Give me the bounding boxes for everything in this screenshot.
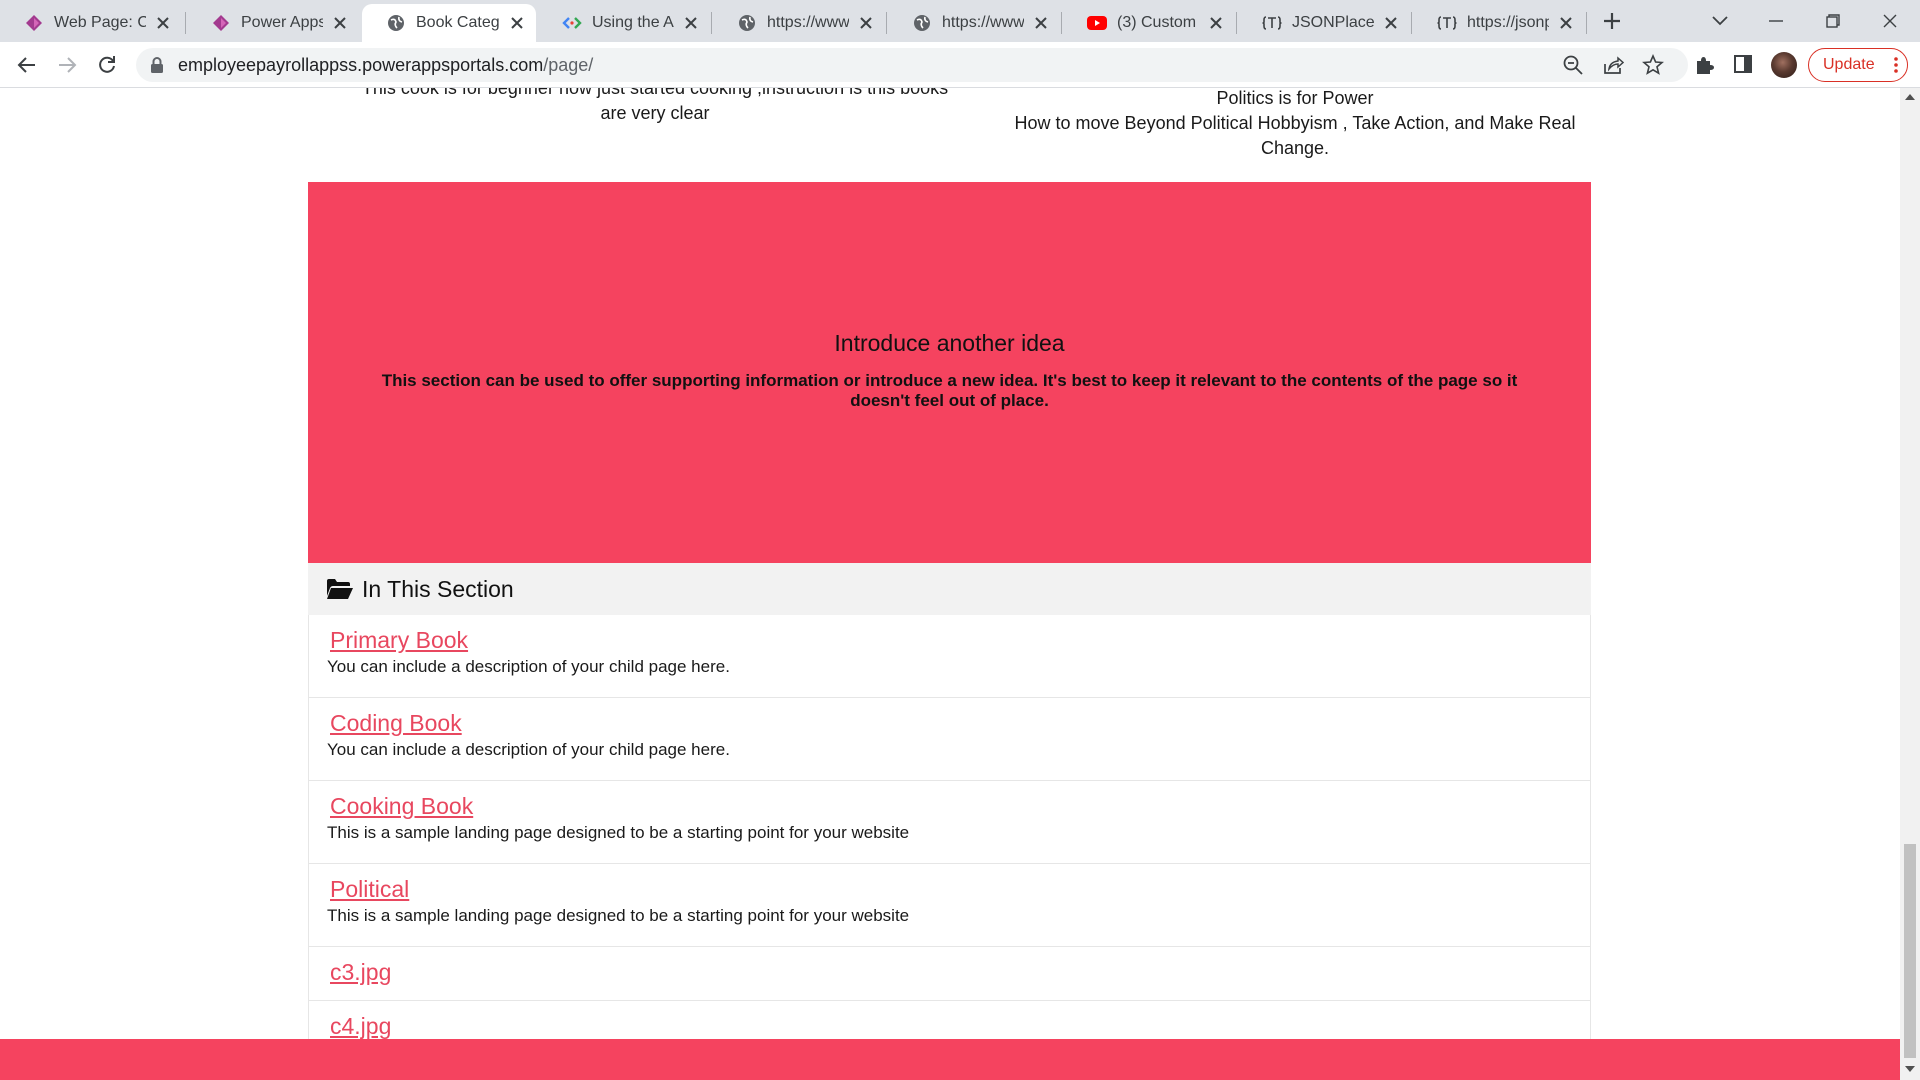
tab-separator [886, 12, 887, 34]
close-icon[interactable] [508, 14, 526, 32]
powerapps-icon [211, 13, 231, 33]
code-icon [562, 13, 582, 33]
link-political[interactable]: Political [330, 876, 409, 903]
political-desc-line-1: Politics is for Power [1216, 88, 1374, 108]
hero-section: Introduce another idea This section can … [308, 182, 1591, 563]
tab-web-page[interactable]: Web Page: Co [0, 4, 182, 42]
restore-icon[interactable] [1813, 6, 1853, 36]
powerapps-icon [24, 13, 44, 33]
globe-icon [386, 13, 406, 33]
tab-power-apps[interactable]: Power Apps [187, 4, 359, 42]
tab-title: Power Apps [241, 14, 323, 31]
tab-strip: Web Page: Co Power Apps Book Categori Us… [0, 0, 1920, 42]
jsonplaceholder-icon [1437, 13, 1457, 33]
item-description: You can include a description of your ch… [327, 740, 730, 759]
close-icon[interactable] [1557, 14, 1575, 32]
close-icon[interactable] [857, 14, 875, 32]
tab-title: Using the API [592, 14, 674, 31]
tab-book-categories[interactable]: Book Categori [362, 4, 536, 42]
tab-separator [1061, 12, 1062, 34]
tab-separator [1236, 12, 1237, 34]
tab-title: Web Page: Co [54, 14, 146, 31]
forward-arrow-icon[interactable] [53, 51, 81, 79]
reload-icon[interactable] [93, 51, 121, 79]
tab-title: (3) Custom Co [1117, 14, 1199, 31]
item-description: This is a sample landing page designed t… [327, 823, 910, 842]
url-host: employeepayrollappss.powerappsportals.co… [178, 55, 544, 75]
lock-icon[interactable] [150, 57, 166, 73]
item-description: This is a sample landing page designed t… [327, 906, 910, 925]
browser-toolbar: employeepayrollappss.powerappsportals.co… [0, 42, 1920, 88]
close-icon[interactable] [1207, 14, 1225, 32]
list-item: Political This is a sample landing page … [308, 864, 1591, 947]
scroll-up-arrow-icon[interactable] [1905, 94, 1915, 100]
side-panel-icon[interactable] [1733, 54, 1755, 76]
tab-separator [185, 12, 186, 34]
section-header: In This Section [308, 563, 1591, 615]
link-coding-book[interactable]: Coding Book [330, 710, 462, 737]
globe-icon [912, 13, 932, 33]
tab-separator [1586, 12, 1587, 34]
link-c4-jpg[interactable]: c4.jpg [330, 1013, 391, 1040]
tab-title: JSONPlacehol [1292, 14, 1374, 31]
profile-avatar[interactable] [1771, 52, 1797, 78]
bookmark-star-icon[interactable] [1642, 53, 1664, 76]
political-book-description: Politics is for Power How to move Beyond… [1005, 88, 1585, 161]
page-viewport: This cook is for begnner how just starte… [0, 88, 1900, 1080]
footer-bar [0, 1039, 1900, 1080]
link-primary-book[interactable]: Primary Book [330, 627, 468, 654]
page-scrollbar[interactable] [1900, 88, 1920, 1080]
tab-youtube[interactable]: (3) Custom Co [1063, 4, 1235, 42]
list-item: Cooking Book This is a sample landing pa… [308, 781, 1591, 864]
scroll-down-arrow-icon[interactable] [1905, 1066, 1915, 1072]
link-c3-jpg[interactable]: c3.jpg [330, 959, 391, 986]
more-menu-icon[interactable] [1894, 56, 1898, 74]
tab-separator [711, 12, 712, 34]
close-icon[interactable] [1382, 14, 1400, 32]
section-title: In This Section [362, 575, 514, 602]
hero-title: Introduce another idea [834, 330, 1065, 356]
share-icon[interactable] [1602, 54, 1625, 76]
tab-url-2[interactable]: https://www.g [888, 4, 1060, 42]
in-this-section-panel: In This Section Primary Book You can inc… [308, 563, 1591, 1055]
tab-jsonplaceholder-2[interactable]: https://jsonpl [1413, 4, 1585, 42]
tab-jsonplaceholder[interactable]: JSONPlacehol [1238, 4, 1410, 42]
tab-title: https://www.g [767, 14, 849, 31]
item-description: You can include a description of your ch… [327, 657, 730, 676]
cooking-book-description: This cook is for begnner how just starte… [361, 88, 949, 123]
update-button[interactable]: Update [1808, 48, 1908, 82]
jsonplaceholder-icon [1262, 13, 1282, 33]
close-window-icon[interactable] [1870, 6, 1910, 36]
close-icon[interactable] [154, 14, 172, 32]
tab-search-chevron-icon[interactable] [1700, 6, 1740, 36]
list-item: c3.jpg [308, 947, 1591, 1001]
new-tab-plus-icon[interactable] [1600, 9, 1624, 33]
youtube-icon [1087, 13, 1107, 33]
folder-open-icon [326, 578, 354, 600]
political-desc-line-2: How to move Beyond Political Hobbyism , … [1014, 113, 1576, 158]
tab-title: https://www.g [942, 14, 1024, 31]
address-bar[interactable]: employeepayrollappss.powerappsportals.co… [136, 48, 1688, 82]
zoom-icon[interactable] [1562, 54, 1584, 76]
tab-using-the-api[interactable]: Using the API [538, 4, 710, 42]
hero-body: This section can be used to offer suppor… [381, 371, 1518, 410]
list-item: Primary Book You can include a descripti… [308, 615, 1591, 698]
scrollbar-thumb[interactable] [1904, 844, 1916, 1058]
url-path: /page/ [543, 55, 594, 75]
extensions-puzzle-icon[interactable] [1693, 54, 1715, 76]
tab-title: Book Categori [416, 14, 500, 31]
close-icon[interactable] [331, 14, 349, 32]
tab-url-1[interactable]: https://www.g [713, 4, 885, 42]
link-cooking-book[interactable]: Cooking Book [330, 793, 473, 820]
close-icon[interactable] [682, 14, 700, 32]
update-label: Update [1823, 56, 1875, 73]
tab-separator [1411, 12, 1412, 34]
back-arrow-icon[interactable] [13, 51, 41, 79]
globe-icon [737, 13, 757, 33]
close-icon[interactable] [1032, 14, 1050, 32]
minimize-icon[interactable] [1756, 6, 1796, 36]
tab-title: https://jsonpl [1467, 14, 1549, 31]
url-text: employeepayrollappss.powerappsportals.co… [178, 55, 593, 76]
list-item: Coding Book You can include a descriptio… [308, 698, 1591, 781]
